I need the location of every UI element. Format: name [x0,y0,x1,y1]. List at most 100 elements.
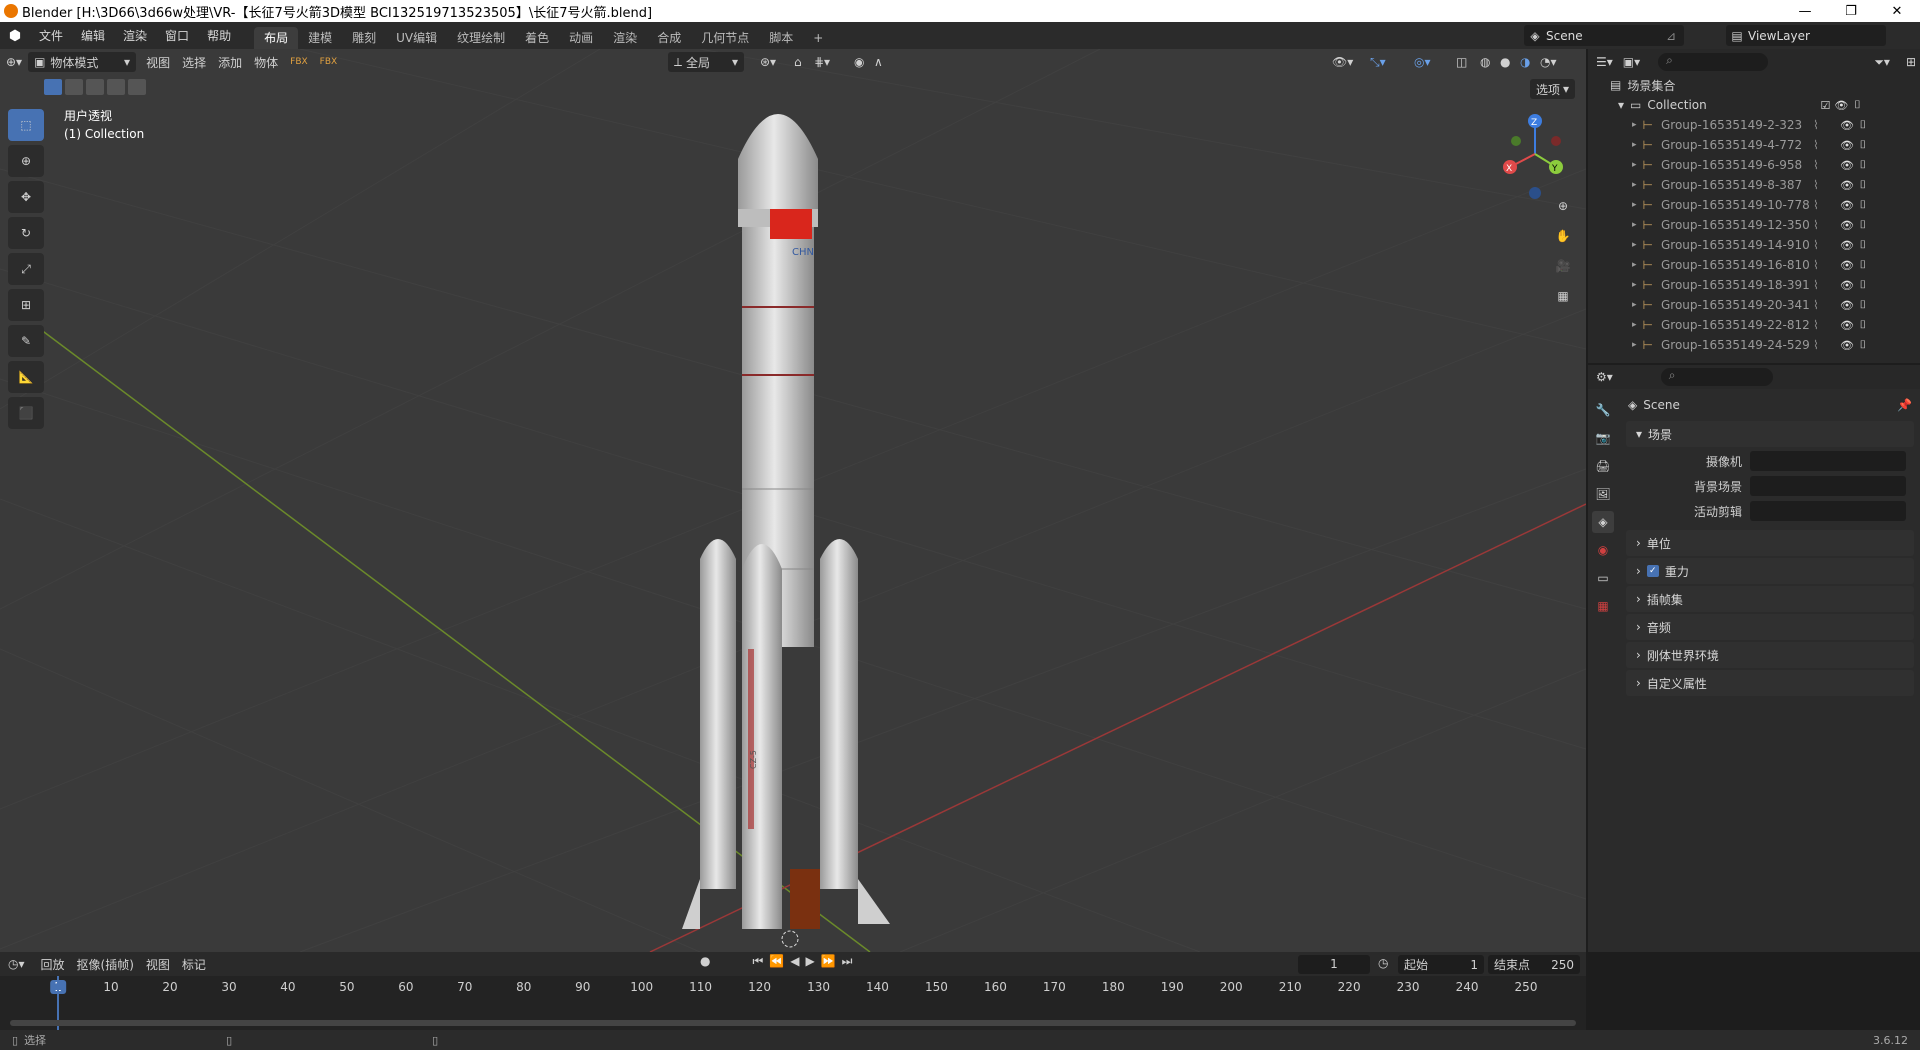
new-collection-icon[interactable]: ⊞ [1906,55,1916,69]
gravity-checkbox[interactable]: ✓ [1646,565,1659,577]
expand-arrow-icon[interactable]: ▸ [1632,160,1637,170]
fbx-export-icon[interactable]: FBX [314,52,344,72]
minimize-button[interactable]: — [1782,0,1828,22]
visibility-icon[interactable]: 👁▾ [1326,52,1359,72]
play-reverse-icon[interactable]: ◀ [790,954,799,969]
select-subtract-icon[interactable] [86,79,104,95]
cursor-tool-icon[interactable]: ⊕ [8,145,44,177]
tab-animation[interactable]: 动画 [559,27,603,49]
property-section-header[interactable]: › 单位 [1626,530,1914,556]
select-extend-icon[interactable] [65,79,83,95]
menu-marker[interactable]: 标记 [176,954,212,974]
property-section-header[interactable]: › 自定义属性 [1626,670,1914,696]
tab-compositing[interactable]: 合成 [647,27,691,49]
eye-icon[interactable]: 👁 [1833,99,1849,112]
eye-icon[interactable]: 👁 [1839,259,1855,272]
camera-render-icon[interactable]: ⌷ [1855,318,1871,332]
pivot-point-icon[interactable]: ⊛▾ [754,52,782,72]
jump-end-icon[interactable]: ⏭ [842,954,853,969]
modifier-icon[interactable]: ⌇ [1813,218,1839,232]
outliner-search-input[interactable]: ⌕ [1658,53,1769,71]
camera-view-icon[interactable]: 🎥 [1550,253,1576,279]
camera-render-icon[interactable]: ⌷ [1855,198,1871,212]
zoom-icon[interactable]: ⊕ [1550,193,1576,219]
outliner-scene-collection[interactable]: ▤ 场景集合 [1588,75,1920,95]
camera-render-icon[interactable]: ⌷ [1855,218,1871,232]
modifier-icon[interactable]: ⌇ [1813,238,1839,252]
eye-icon[interactable]: 👁 [1839,279,1855,292]
snap-target-icon[interactable]: ⋕▾ [808,52,836,72]
scene-tab-icon[interactable]: ◈ [1592,511,1614,533]
select-new-icon[interactable] [44,79,62,95]
outliner-object-row[interactable]: ▸ ⊢ Group-16535149-6-958 ⌇ 👁 ⌷ [1588,155,1920,175]
modifier-icon[interactable]: ⌇ [1813,178,1839,192]
eye-icon[interactable]: 👁 [1839,239,1855,252]
menu-timeline-view[interactable]: 视图 [140,954,176,974]
start-frame-field[interactable]: 起始 1 [1398,955,1484,974]
expand-arrow-icon[interactable]: ▸ [1632,340,1637,350]
camera-render-icon[interactable]: ⌷ [1855,178,1871,192]
view-layer-tab-icon[interactable]: 🖼 [1592,483,1614,505]
property-section-header[interactable]: › ✓ 重力 [1626,558,1914,584]
eye-icon[interactable]: 👁 [1839,159,1855,172]
background-scene-field[interactable]: 背景场景 [1620,475,1920,497]
current-frame-field[interactable]: 1 [1298,955,1370,974]
transform-orientation-selector[interactable]: ⟂ 全局 ▾ [668,52,744,72]
gizmo-toggle-icon[interactable]: ⤡▾ [1364,52,1392,72]
menu-file[interactable]: 文件 [30,27,72,44]
menu-add[interactable]: 添加 [212,52,248,72]
xray-icon[interactable]: ◫ [1450,52,1473,72]
camera-render-icon[interactable]: ⌷ [1855,278,1871,292]
menu-view[interactable]: 视图 [140,52,176,72]
world-tab-icon[interactable]: ◉ [1592,539,1614,561]
filter-icon[interactable]: ⏷▾ [1874,55,1890,70]
ortho-toggle-icon[interactable]: ▦ [1550,283,1576,309]
annotate-tool-icon[interactable]: ✎ [8,325,44,357]
3d-viewport[interactable]: CHN CZ-5 ⊕▾ ▣ 物体模式 ▾ 视图 选择 添加 物体 FBX FBX… [0,49,1586,952]
eye-icon[interactable]: 👁 [1839,119,1855,132]
jump-start-icon[interactable]: ⏮ [752,954,763,969]
modifier-icon[interactable]: ⌇ [1813,318,1839,332]
record-icon[interactable]: ● [700,954,710,969]
camera-render-icon[interactable]: ⌷ [1855,338,1871,352]
scale-tool-icon[interactable]: ⤢ [8,253,44,285]
view-layer-selector[interactable]: ▤ ViewLayer [1726,25,1886,46]
scene-panel-header[interactable]: ▾ 场景 [1626,421,1914,447]
rocket-model[interactable]: CHN CZ-5 [682,114,890,948]
expand-arrow-icon[interactable]: ▸ [1632,140,1637,150]
eye-icon[interactable]: 👁 [1839,299,1855,312]
pin-icon[interactable]: ⊿ [1666,29,1684,43]
texture-tab-icon[interactable]: ▦ [1592,595,1614,617]
tab-texture-paint[interactable]: 纹理绘制 [447,27,515,49]
render-tab-icon[interactable]: 📷 [1592,427,1614,449]
add-cube-tool-icon[interactable]: ⬛ [8,397,44,429]
modifier-icon[interactable]: ⌇ [1813,138,1839,152]
timeline-editor-icon[interactable]: ◷▾ [8,957,25,971]
eye-icon[interactable]: 👁 [1839,139,1855,152]
tool-tab-icon[interactable]: 🔧 [1592,399,1614,421]
eye-icon[interactable]: 👁 [1839,219,1855,232]
camera-value[interactable] [1750,451,1906,471]
display-mode-icon[interactable]: ▣▾ [1623,55,1640,69]
tab-layout[interactable]: 布局 [254,27,299,49]
outliner-object-row[interactable]: ▸ ⊢ Group-16535149-20-341 ⌇ 👁 ⌷ [1588,295,1920,315]
pin-icon[interactable]: 📌 [1897,398,1912,412]
camera-render-icon[interactable]: ⌷ [1855,158,1871,172]
outliner-object-row[interactable]: ▸ ⊢ Group-16535149-2-323 ⌇ 👁 ⌷ [1588,115,1920,135]
scene-selector[interactable]: ◈ Scene ⊿ [1524,25,1684,46]
camera-render-icon[interactable]: ⌷ [1855,298,1871,312]
active-clip-value[interactable] [1750,501,1906,521]
camera-field[interactable]: 摄像机 [1620,450,1920,472]
end-frame-field[interactable]: 结束点 250 [1488,955,1580,974]
expand-arrow-icon[interactable]: ▸ [1632,280,1637,290]
background-scene-value[interactable] [1750,476,1906,496]
modifier-icon[interactable]: ⌇ [1813,158,1839,172]
eye-icon[interactable]: 👁 [1839,339,1855,352]
expand-arrow-icon[interactable]: ▸ [1632,180,1637,190]
checkbox-icon[interactable]: ☑ [1817,99,1833,112]
property-section-header[interactable]: › 插帧集 [1626,586,1914,612]
editor-type-button[interactable]: ⊕▾ [0,52,28,72]
properties-editor-icon[interactable]: ⚙▾ [1596,370,1613,384]
outliner-object-row[interactable]: ▸ ⊢ Group-16535149-4-772 ⌇ 👁 ⌷ [1588,135,1920,155]
expand-arrow-icon[interactable]: ▸ [1632,300,1637,310]
